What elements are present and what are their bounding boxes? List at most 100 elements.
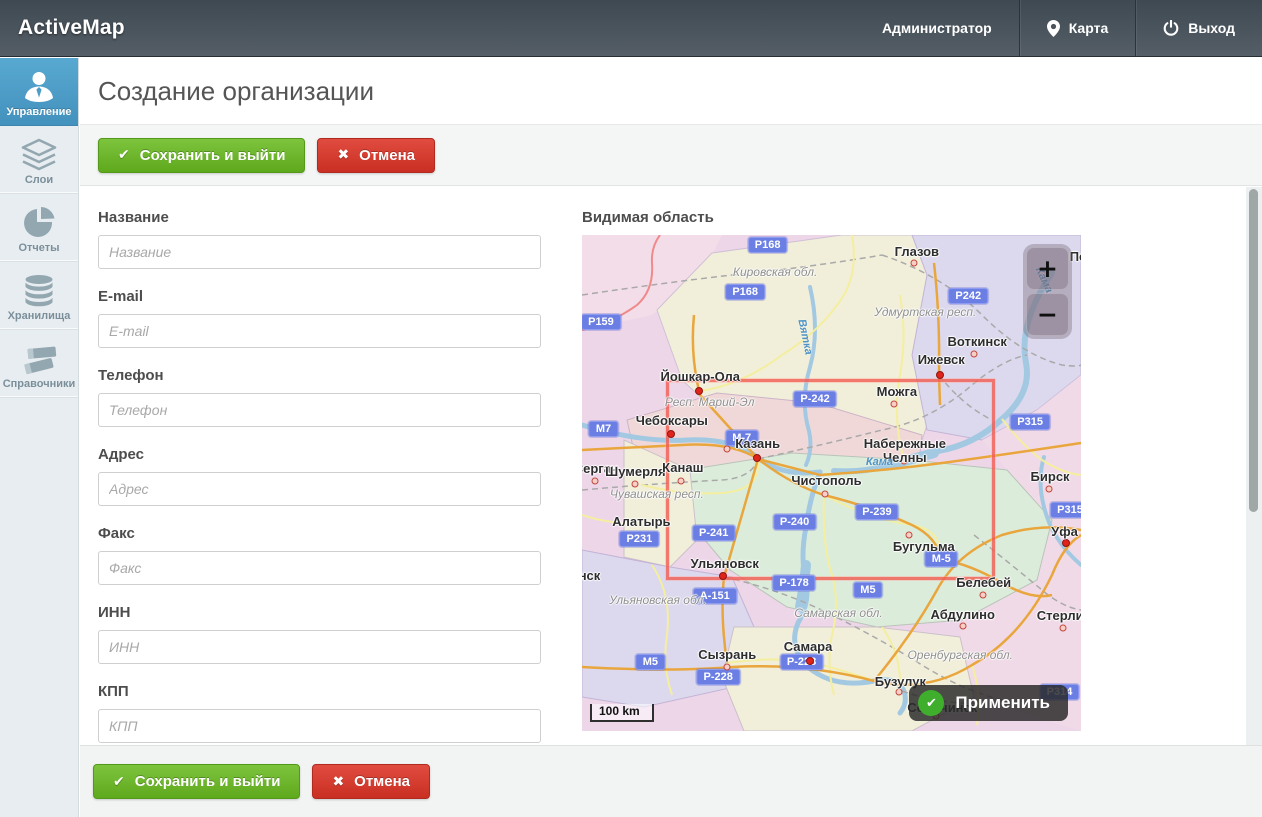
sidebar-item-reports[interactable]: Отчеты <box>0 194 78 262</box>
map-link-label: Карта <box>1069 20 1109 36</box>
user-menu[interactable]: Администратор <box>855 0 1019 56</box>
cancel-button-label: Отмена <box>359 147 415 164</box>
phone-field-group: Телефон <box>98 367 541 427</box>
city-marker <box>905 532 912 539</box>
address-input[interactable] <box>98 472 541 506</box>
city-marker <box>901 458 908 465</box>
name-input[interactable] <box>98 235 541 269</box>
x-icon: ✖ <box>332 774 344 790</box>
map-canvas[interactable]: ГлазовПеКировская обл.P168P168P242P159Уд… <box>582 235 1081 731</box>
city-marker <box>936 371 944 379</box>
pie-chart-icon <box>2 204 76 242</box>
visible-area-section: Видимая область <box>582 209 1081 731</box>
email-input[interactable] <box>98 314 541 348</box>
save-button-label: Сохранить и выйти <box>140 147 286 164</box>
form-area: Название E-mail Телефон Адрес Факс ИНН <box>80 187 1262 745</box>
sidebar-item-label: Управление <box>2 106 76 118</box>
name-field-label: Название <box>98 209 541 226</box>
city-marker <box>719 572 727 580</box>
address-field-label: Адрес <box>98 446 541 463</box>
city-marker <box>979 592 986 599</box>
scrollbar-thumb[interactable] <box>1249 189 1258 512</box>
save-button-label: Сохранить и выйти <box>135 773 281 790</box>
organization-form: Название E-mail Телефон Адрес Факс ИНН <box>98 209 541 745</box>
fax-field-group: Факс <box>98 525 541 585</box>
sidebar-item-label: Справочники <box>2 378 76 390</box>
email-field-group: E-mail <box>98 288 541 348</box>
zoom-in-button[interactable]: + <box>1026 247 1069 290</box>
cancel-button[interactable]: ✖ Отмена <box>317 138 435 173</box>
database-icon <box>2 272 76 310</box>
map-zoom-control: + − <box>1023 244 1072 339</box>
app-logo: ActiveMap <box>18 16 125 40</box>
sidebar-nav: Управление Слои Отчеты Хранилища Справоч… <box>0 58 79 817</box>
kpp-field-group: КПП <box>98 683 541 743</box>
logout-button[interactable]: Выход <box>1136 0 1262 56</box>
address-field-group: Адрес <box>98 446 541 506</box>
apply-button-label: Применить <box>955 693 1050 713</box>
city-marker <box>631 480 638 487</box>
city-marker <box>1046 485 1053 492</box>
zoom-out-button[interactable]: − <box>1026 293 1069 336</box>
cancel-button-label: Отмена <box>354 773 410 790</box>
phone-input[interactable] <box>98 393 541 427</box>
sidebar-item-layers[interactable]: Слои <box>0 126 78 194</box>
check-icon: ✔ <box>113 774 125 790</box>
user-menu-label: Администратор <box>882 20 992 36</box>
kpp-input[interactable] <box>98 709 541 743</box>
fax-field-label: Факс <box>98 525 541 542</box>
city-marker <box>1059 624 1066 631</box>
logout-label: Выход <box>1188 20 1235 36</box>
scrollbar-track[interactable] <box>1246 187 1262 745</box>
map-pin-icon <box>1047 20 1060 37</box>
city-marker <box>821 491 828 498</box>
layers-icon <box>2 136 76 174</box>
page-content: Создание организации ✔ Сохранить и выйти… <box>80 58 1262 817</box>
map-scale-bar: 100 km <box>590 704 654 722</box>
page-title: Создание организации <box>98 76 374 107</box>
app-header: ActiveMap Администратор Карта Выход <box>0 0 1262 57</box>
save-button[interactable]: ✔ Сохранить и выйти <box>98 138 305 173</box>
visible-area-label: Видимая область <box>582 209 1081 226</box>
city-marker <box>891 400 898 407</box>
city-marker <box>1062 539 1070 547</box>
check-circle-icon: ✔ <box>918 690 944 716</box>
title-bar: Создание организации <box>80 58 1262 125</box>
inn-input[interactable] <box>98 630 541 664</box>
sidebar-item-directories[interactable]: Справочники <box>0 330 78 398</box>
name-field-group: Название <box>98 209 541 269</box>
city-marker <box>896 689 903 696</box>
user-icon <box>2 68 76 106</box>
save-button-bottom[interactable]: ✔ Сохранить и выйти <box>93 764 300 799</box>
city-marker <box>911 259 918 266</box>
sidebar-item-label: Слои <box>2 174 76 186</box>
city-marker <box>971 351 978 358</box>
city-marker <box>667 430 675 438</box>
city-marker <box>960 622 967 629</box>
fax-input[interactable] <box>98 551 541 585</box>
city-marker <box>723 663 730 670</box>
x-icon: ✖ <box>337 147 349 163</box>
sidebar-item-label: Хранилища <box>2 310 76 322</box>
inn-field-label: ИНН <box>98 604 541 621</box>
cancel-button-bottom[interactable]: ✖ Отмена <box>312 764 430 799</box>
sidebar-item-storage[interactable]: Хранилища <box>0 262 78 330</box>
books-icon <box>2 340 76 378</box>
phone-field-label: Телефон <box>98 367 541 384</box>
city-marker <box>724 445 731 452</box>
email-field-label: E-mail <box>98 288 541 305</box>
sidebar-item-management[interactable]: Управление <box>0 58 78 126</box>
power-icon <box>1163 20 1179 36</box>
apply-button[interactable]: ✔ Применить <box>909 685 1068 721</box>
bottom-toolbar: ✔ Сохранить и выйти ✖ Отмена <box>80 745 1262 817</box>
city-marker <box>695 387 703 395</box>
city-marker <box>678 478 685 485</box>
sidebar-item-label: Отчеты <box>2 242 76 254</box>
map-link[interactable]: Карта <box>1020 0 1136 56</box>
city-marker <box>753 454 761 462</box>
visible-area-selection[interactable] <box>666 379 995 580</box>
inn-field-group: ИНН <box>98 604 541 664</box>
top-toolbar: ✔ Сохранить и выйти ✖ Отмена <box>80 125 1262 186</box>
check-icon: ✔ <box>118 147 130 163</box>
city-marker <box>806 657 814 665</box>
